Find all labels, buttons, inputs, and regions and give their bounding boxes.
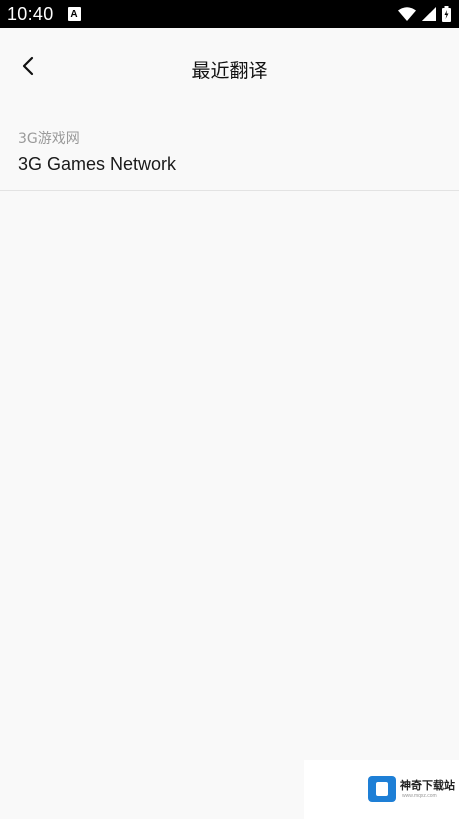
status-time: 10:40 bbox=[7, 3, 54, 24]
history-item[interactable]: 3G游戏网 3G Games Network bbox=[0, 118, 459, 191]
wifi-icon bbox=[398, 7, 416, 21]
watermark-logo-icon bbox=[368, 776, 396, 802]
status-bar: 10:40 A bbox=[0, 0, 459, 28]
history-translation-text: 3G Games Network bbox=[18, 154, 177, 174]
status-icons bbox=[398, 6, 451, 22]
header: 最近翻译 bbox=[0, 28, 459, 108]
notification-icon: A bbox=[67, 7, 81, 21]
watermark-url: www.mqxz.com bbox=[402, 793, 437, 799]
page-title: 最近翻译 bbox=[191, 60, 268, 82]
watermark: 神奇下载站 www.mqxz.com bbox=[304, 760, 459, 819]
signal-icon bbox=[422, 7, 436, 21]
watermark-name: 神奇下载站 bbox=[400, 779, 455, 792]
history-list: 3G游戏网 3G Games Network bbox=[0, 118, 459, 191]
status-left: 10:40 A bbox=[7, 4, 81, 25]
history-source-text: 3G游戏网 bbox=[18, 131, 80, 147]
battery-icon bbox=[442, 6, 451, 22]
